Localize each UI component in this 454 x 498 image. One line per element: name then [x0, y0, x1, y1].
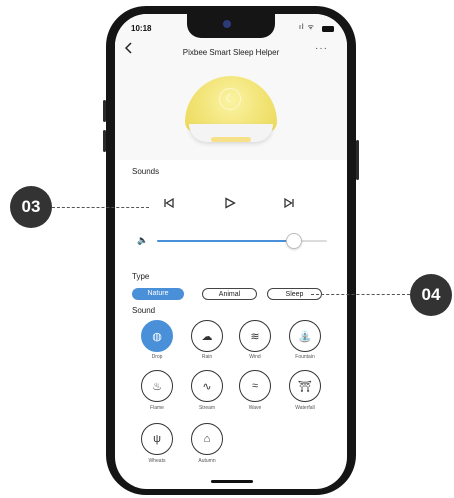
volume-down-button	[103, 130, 106, 152]
skip-previous-icon	[164, 197, 174, 209]
lamp-logo-icon: ☾	[219, 88, 241, 110]
skip-next-icon	[284, 197, 294, 209]
callout-03-leader	[52, 207, 149, 208]
power-button	[356, 140, 359, 180]
app-screen: 10:18 ıl ᯤ Pixbee Smart Sleep Helper ···…	[115, 14, 347, 489]
wind-sound-button[interactable]: ≋	[239, 320, 271, 352]
autumn-sound-button[interactable]: ⌂	[191, 423, 223, 455]
volume-up-button	[103, 100, 106, 122]
flame-label: Flame	[150, 405, 164, 411]
sounds-heading: Sounds	[132, 167, 160, 176]
tab-nature[interactable]: Nature	[132, 288, 184, 300]
fountain-label: Fountain	[295, 354, 315, 360]
play-icon	[225, 197, 236, 209]
wind-icon: ≋	[250, 330, 260, 343]
camera-dot	[223, 20, 231, 28]
rain-sound-button[interactable]: ☁	[191, 320, 223, 352]
tab-animal[interactable]: Animal	[202, 288, 257, 300]
waterfall-icon: ⛩	[298, 380, 312, 393]
volume-slider-fill	[157, 240, 293, 242]
drop-sound-button[interactable]: ◍	[141, 320, 173, 352]
stream-label: Stream	[198, 405, 216, 411]
autumn-label: Autumn	[198, 458, 216, 464]
stream-sound-button[interactable]: ∿	[191, 370, 223, 402]
waterfall-sound-button[interactable]: ⛩	[289, 370, 321, 402]
play-button[interactable]	[224, 197, 236, 212]
wave-label: Wave	[248, 405, 262, 411]
rain-cloud-icon: ☁	[201, 330, 213, 343]
battery-icon	[322, 26, 334, 32]
fountain-icon: ⛲	[298, 330, 312, 343]
wheat-icon: ψ	[153, 433, 161, 445]
more-options-button[interactable]: ···	[315, 43, 328, 54]
volume-slider-handle[interactable]	[286, 233, 302, 249]
stream-icon: ∿	[202, 380, 212, 393]
volume-icon: 🔈	[137, 235, 149, 245]
autumn-tree-icon: ⌂	[203, 433, 211, 445]
lamp-glow	[211, 137, 251, 142]
waterfall-label: Waterfall	[295, 405, 315, 411]
rain-label: Rain	[201, 354, 213, 360]
wheats-label: Wheats	[148, 458, 166, 464]
water-drop-icon: ◍	[152, 330, 162, 343]
wave-icon: ≈	[251, 380, 259, 392]
signal-wifi-icon: ıl ᯤ	[299, 24, 315, 31]
wind-label: Wind	[249, 354, 261, 360]
sound-heading: Sound	[132, 306, 156, 315]
callout-04: 04	[410, 274, 452, 316]
drop-label: Drop	[151, 354, 163, 360]
previous-button[interactable]	[163, 197, 175, 212]
wheats-sound-button[interactable]: ψ	[141, 423, 173, 455]
status-time: 10:18	[131, 24, 152, 33]
page-title: Pixbee Smart Sleep Helper	[182, 48, 280, 57]
callout-04-leader	[311, 294, 410, 295]
callout-03: 03	[10, 186, 52, 228]
wave-sound-button[interactable]: ≈	[239, 370, 271, 402]
flame-sound-button[interactable]: ♨	[141, 370, 173, 402]
home-indicator[interactable]	[211, 480, 253, 483]
next-button[interactable]	[283, 197, 295, 212]
type-heading: Type	[132, 272, 150, 281]
notch	[187, 14, 275, 38]
fountain-sound-button[interactable]: ⛲	[289, 320, 321, 352]
flame-icon: ♨	[152, 380, 162, 393]
